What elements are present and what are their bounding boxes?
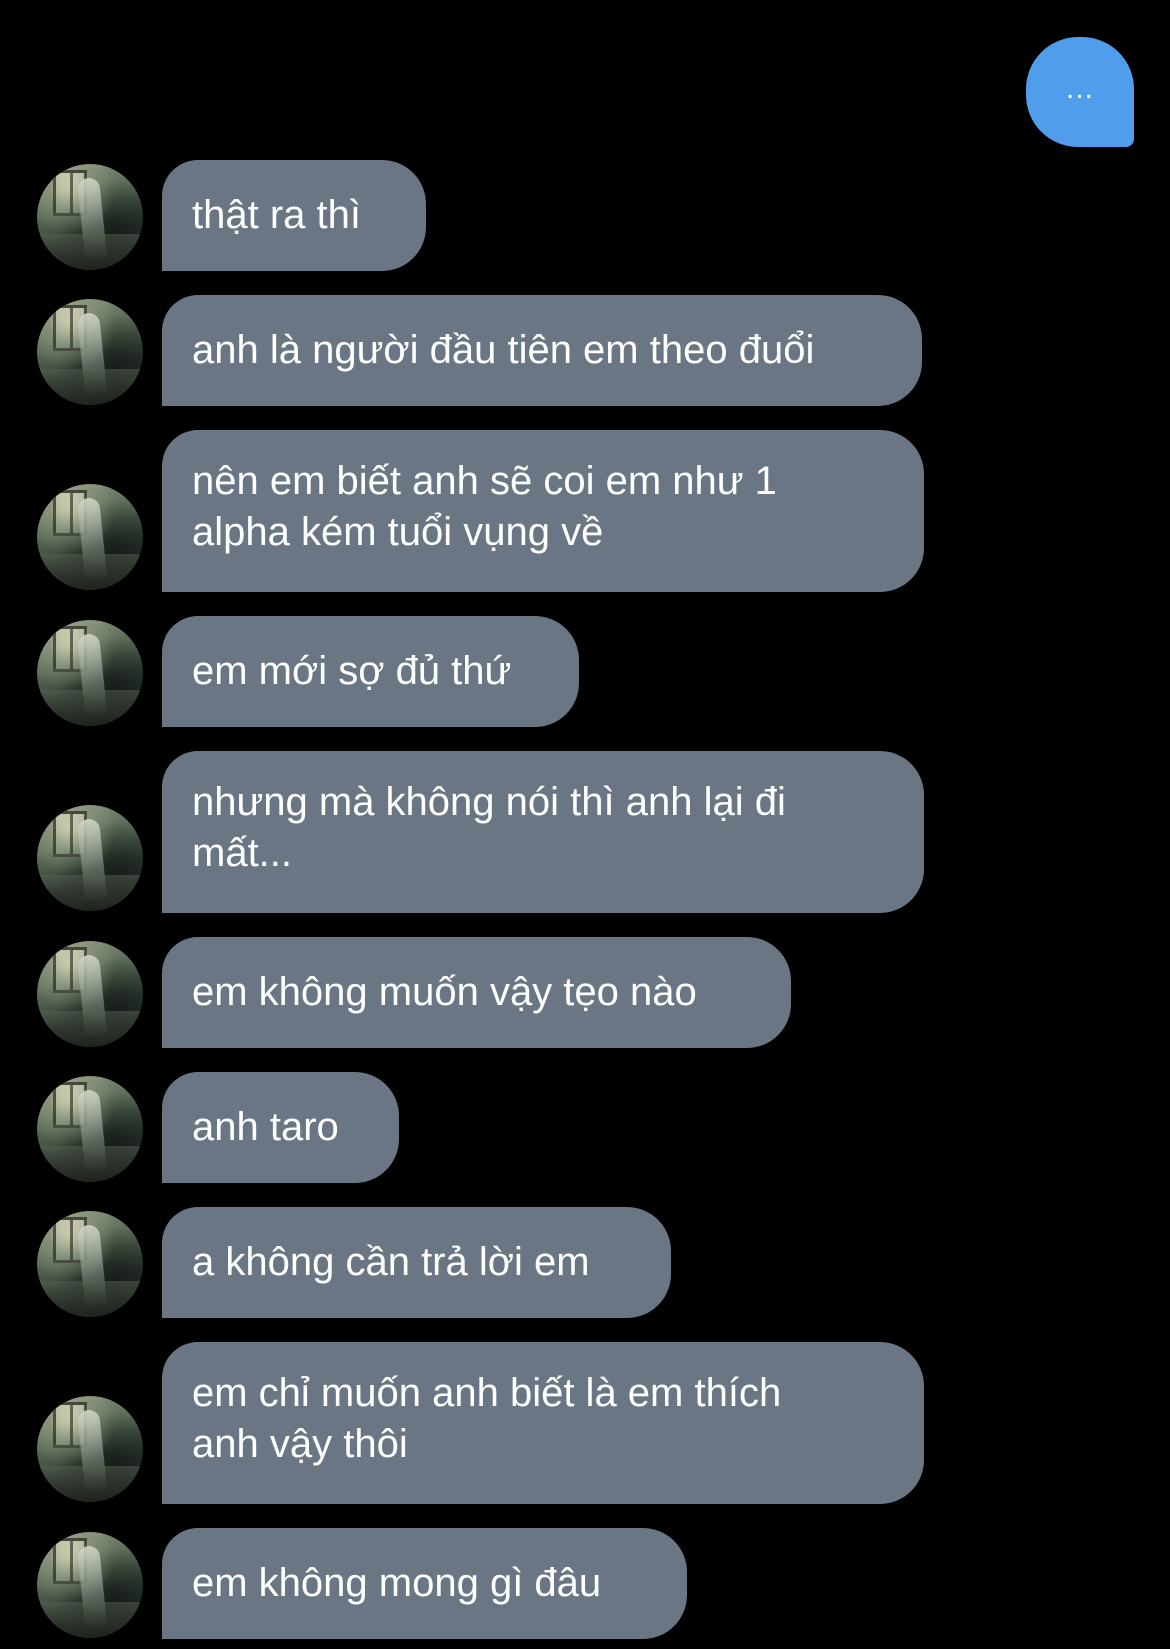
incoming-message-bubble[interactable]: anh taro (162, 1072, 399, 1183)
contact-avatar-image[interactable] (37, 1532, 143, 1638)
contact-avatar-image[interactable] (37, 484, 143, 590)
contact-avatar-image[interactable] (37, 1211, 143, 1317)
message-row: em mới sợ đủ thứ (0, 616, 1170, 727)
incoming-message-bubble[interactable]: em không muốn vậy tẹo nào (162, 937, 791, 1048)
message-row: anh taro (0, 1072, 1170, 1183)
contact-avatar-image[interactable] (37, 805, 143, 911)
contact-avatar-image[interactable] (37, 1076, 143, 1182)
message-row: em không mong gì đâu (0, 1528, 1170, 1639)
message-row: anh là người đầu tiên em theo đuổi (0, 295, 1170, 406)
incoming-message-bubble[interactable]: nên em biết anh sẽ coi em như 1 alpha ké… (162, 430, 924, 592)
contact-avatar-image[interactable] (37, 299, 143, 405)
message-row: a không cần trả lời em (0, 1207, 1170, 1318)
incoming-message-bubble[interactable]: nhưng mà không nói thì anh lại đi mất... (162, 751, 924, 913)
incoming-message-bubble[interactable]: anh là người đầu tiên em theo đuổi (162, 295, 922, 406)
incoming-message-bubble[interactable]: em mới sợ đủ thứ (162, 616, 579, 727)
incoming-message-bubble[interactable]: thật ra thì (162, 160, 426, 271)
contact-avatar-image[interactable] (37, 1396, 143, 1502)
contact-avatar-image[interactable] (37, 164, 143, 270)
incoming-message-bubble[interactable]: em không mong gì đâu (162, 1528, 687, 1639)
message-row: em chỉ muốn anh biết là em thích anh vậy… (0, 1342, 1170, 1504)
incoming-message-bubble[interactable]: em chỉ muốn anh biết là em thích anh vậy… (162, 1342, 924, 1504)
message-row: nên em biết anh sẽ coi em như 1 alpha ké… (0, 430, 1170, 592)
message-row: thật ra thì (0, 160, 1170, 271)
outgoing-typing-bubble[interactable]: ... (1026, 37, 1134, 147)
chat-thread: ... thật ra thì anh là người đầu tiên em… (0, 0, 1170, 1649)
contact-avatar-image[interactable] (37, 620, 143, 726)
incoming-message-bubble[interactable]: a không cần trả lời em (162, 1207, 671, 1318)
message-row: em không muốn vậy tẹo nào (0, 937, 1170, 1048)
contact-avatar-image[interactable] (37, 941, 143, 1047)
message-row: nhưng mà không nói thì anh lại đi mất... (0, 751, 1170, 913)
